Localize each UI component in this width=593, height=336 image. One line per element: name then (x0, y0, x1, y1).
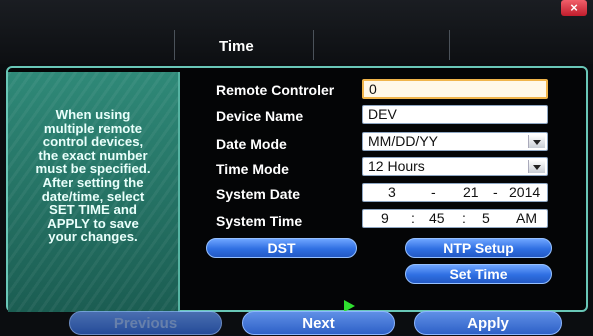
system-time-input[interactable]: 9 : 45 : 5 AM (362, 209, 548, 228)
date-separator: - (431, 184, 436, 200)
time-mode-value: 12 Hours (368, 158, 425, 174)
time-mode-label: Time Mode (216, 161, 289, 177)
chevron-down-icon[interactable] (528, 135, 545, 148)
time-mode-select[interactable]: 12 Hours (362, 157, 548, 176)
device-name-input[interactable]: DEV (362, 105, 548, 124)
date-separator: - (493, 184, 498, 200)
date-mode-value: MM/DD/YY (368, 133, 438, 149)
ntp-setup-button[interactable]: NTP Setup (405, 238, 552, 258)
header-divider (313, 30, 314, 60)
apply-button[interactable]: Apply (414, 311, 562, 335)
date-day[interactable]: 21 (463, 184, 479, 201)
device-name-value: DEV (368, 106, 397, 122)
date-mode-select[interactable]: MM/DD/YY (362, 132, 548, 151)
remote-controller-label: Remote Controler (216, 82, 335, 98)
date-mode-label: Date Mode (216, 136, 287, 152)
remote-controller-value: 0 (369, 81, 377, 97)
time-separator: : (411, 210, 415, 226)
date-year[interactable]: 2014 (509, 184, 540, 201)
remote-controller-input[interactable]: 0 (362, 79, 548, 99)
chevron-down-icon[interactable] (528, 160, 545, 173)
time-hour[interactable]: 9 (381, 210, 389, 227)
system-time-label: System Time (216, 213, 303, 229)
next-button[interactable]: Next (242, 311, 395, 335)
time-separator: : (462, 210, 466, 226)
previous-button[interactable]: Previous (69, 311, 222, 335)
system-date-label: System Date (216, 186, 301, 202)
system-date-input[interactable]: 3 - 21 - 2014 (362, 183, 548, 202)
dst-button[interactable]: DST (206, 238, 357, 258)
time-ampm[interactable]: AM (516, 210, 537, 227)
date-month[interactable]: 3 (388, 184, 396, 201)
close-button[interactable]: × (561, 0, 587, 16)
page-title: Time (219, 38, 254, 55)
device-name-label: Device Name (216, 108, 304, 124)
time-second[interactable]: 5 (482, 210, 490, 227)
time-minute[interactable]: 45 (429, 210, 445, 227)
help-text: When using multiple remote control devic… (35, 107, 151, 245)
top-bar: Time × (0, 0, 593, 64)
header-divider (174, 30, 175, 60)
set-time-button[interactable]: Set Time (405, 264, 552, 284)
header-divider (449, 30, 450, 60)
help-panel: When using multiple remote control devic… (8, 72, 180, 312)
